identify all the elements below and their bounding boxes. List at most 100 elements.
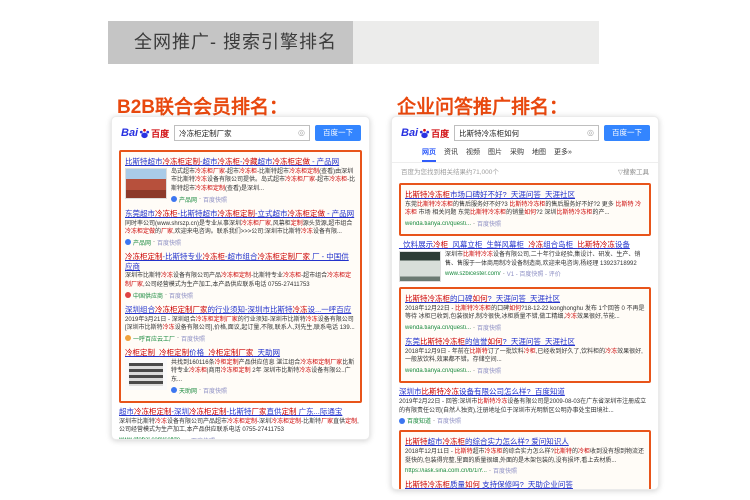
- result-main: 东莞比斯特冷冻柜的售后服务好不好?3 比斯特冷冻柜的售后服务好不好?2 更多 比…: [405, 201, 645, 228]
- result-source-line: 百度知道 - 百度快照: [399, 416, 651, 425]
- result-title-link[interactable]: 冷冻柜定制-比斯特专业冷冻柜-超市组合冷冻柜定制厂家 厂 - 中国供应商: [125, 252, 356, 272]
- result-source: wenda.tianya.cn/questi...: [405, 221, 471, 227]
- camera-icon[interactable]: ◎: [298, 129, 305, 137]
- result-title-link[interactable]: 比斯特超市冷冻柜的综合实力怎么样? 爱问知识人: [405, 437, 645, 447]
- serp-tab-3[interactable]: 图片: [488, 147, 502, 162]
- serp-tab-5[interactable]: 地图: [532, 147, 546, 162]
- serp-tab-4[interactable]: 采购: [510, 147, 524, 162]
- source-separator: -: [199, 196, 201, 202]
- baidu-cache-link[interactable]: 百度快照: [437, 416, 461, 425]
- result-description: 共找到160116条冷柜定制产品供应信息 湛江组合冷冻柜定制厂家比斯特专业冷冻柜…: [171, 359, 356, 385]
- source-separator: -: [165, 292, 167, 298]
- header-accent-bar: [353, 21, 599, 64]
- result-source-line: 产品网 - 百度快照: [171, 195, 356, 204]
- search-result: 东莞超市冷冻柜-比斯特超市冷冻柜定制-立式超市冷冻柜定做 - 产品网 同时率公司…: [125, 209, 356, 247]
- search-result: 东莞比斯特冷冻柜的信誉如何?_天涯问答_天涯社区 2018年12月9日 - 年前…: [405, 337, 645, 375]
- result-body: 2019年3月21日 - 深圳组合冷冻柜定制厂家的行业须知-深圳市比斯特冷冻设备…: [125, 316, 356, 343]
- search-input[interactable]: 比斯特冷冻柜如何 ◎: [454, 125, 599, 141]
- baidu-cache-link[interactable]: 百度快照: [493, 466, 517, 475]
- search-result: 比斯特超市冷冻柜定制-超市冷冻柜-冷藏超市冷冻柜定做 - 产品网 岛式超市冷冻柜…: [125, 157, 356, 204]
- baidu-cache-link[interactable]: 百度快照: [181, 334, 205, 343]
- baidu-cache-link[interactable]: 百度快照: [203, 195, 227, 204]
- result-thumbnail[interactable]: [399, 251, 441, 282]
- result-title-link[interactable]: 深圳市比斯特冷冻设备有限公司怎么样?_百度知道: [399, 387, 651, 397]
- result-source-line: www.gtobal.com/sellde... - 百度快照: [119, 436, 362, 440]
- result-title-link[interactable]: 东莞比斯特冷冻柜的信誉如何?_天涯问答_天涯社区: [405, 337, 645, 347]
- page-title: 全网推广- 搜索引擎排名: [108, 21, 353, 64]
- result-thumbnail[interactable]: [125, 168, 167, 199]
- result-title-link[interactable]: 深圳组合冷冻柜定制厂家的行业须知-深圳市比斯特冷冻设...一呼百应: [125, 305, 356, 315]
- serp-tab-1[interactable]: 资讯: [444, 147, 458, 162]
- search-result: 深圳组合冷冻柜定制厂家的行业须知-深圳市比斯特冷冻设...一呼百应 2019年3…: [125, 305, 356, 343]
- result-title-link[interactable]: 比斯特冷冻柜市场口碑好不好?_天涯问答_天涯社区: [405, 190, 645, 200]
- search-input[interactable]: 冷冻柜定制厂家 ◎: [174, 125, 310, 141]
- search-query: 冷冻柜定制厂家: [179, 128, 232, 139]
- result-source-line: 天助网 - 百度快照: [171, 386, 356, 395]
- search-query: 比斯特冷冻柜如何: [459, 128, 519, 139]
- result-body: 同时率公司(www.shrszp.cn)是专业从事深圳冷冻柜厂家,风幕柜定制源头…: [125, 220, 356, 247]
- result-body: 深圳市比斯特冷冻设备有限公司产品超市冷冻柜定制-深圳冷冻柜定制-比斯特厂家直供定…: [119, 418, 362, 441]
- serp-tab-0[interactable]: 网页: [422, 147, 436, 162]
- baidu-cache-link[interactable]: 百度快照: [169, 291, 193, 300]
- baidu-search-bar: Bai 百度 冷冻柜定制厂家 ◎ 百度一下: [112, 117, 369, 145]
- result-body: 岛式超市冷冻柜厂家-超市冷冻柜-比斯特超市冷冻柜定制(查看)由深圳市比斯特冷冻设…: [125, 168, 356, 204]
- result-source: 中国供应商: [133, 291, 163, 300]
- result-title-link[interactable]: 比斯特冷冻柜的口碑如何?_天涯问答_天涯社区: [405, 294, 645, 304]
- baidu-cache-link[interactable]: 百度快照: [477, 219, 501, 228]
- source-separator: -: [489, 468, 491, 474]
- result-main: 2019年2月22日 - 回答:深圳市比斯特冷冻设备有限公司是2009-08-0…: [399, 398, 651, 425]
- baidu-cache-link[interactable]: 百度快照: [157, 238, 181, 247]
- search-tools[interactable]: ▽搜索工具: [618, 166, 649, 176]
- baidu-cache-link[interactable]: 百度快照: [191, 436, 215, 440]
- result-description: 同时率公司(www.shrszp.cn)是专业从事深圳冷冻柜厂家,风幕柜定制源头…: [125, 220, 356, 237]
- slide: 全网推广- 搜索引擎排名 B2B联合会员排名： 企业问答推广排名： Bai 百度…: [0, 0, 750, 500]
- search-tools-label: 搜索工具: [623, 169, 649, 176]
- result-title-link[interactable]: 东莞超市冷冻柜-比斯特超市冷冻柜定制-立式超市冷冻柜定做 - 产品网: [125, 209, 356, 219]
- search-result: 比斯特冷冻柜市场口碑好不好?_天涯问答_天涯社区 东莞比斯特冷冻柜的售后服务好不…: [405, 190, 645, 228]
- source-separator: -: [473, 325, 475, 331]
- baidu-search-bar: Bai 百度 比斯特冷冻柜如何 ◎ 百度一下: [392, 117, 658, 145]
- serp-tab-2[interactable]: 视频: [466, 147, 480, 162]
- baidu-search-button[interactable]: 百度一下: [315, 125, 361, 141]
- baidu-paw-icon: [139, 128, 150, 139]
- result-body: 东莞比斯特冷冻柜的售后服务好不好?3 比斯特冷冻柜的售后服务好不好?2 更多 比…: [405, 201, 645, 228]
- baidu-cache-link[interactable]: 百度快照: [477, 323, 501, 332]
- baidu-search-button[interactable]: 百度一下: [604, 125, 650, 141]
- result-main: 2019年3月21日 - 深圳组合冷冻柜定制厂家的行业须知-深圳市比斯特冷冻设备…: [125, 316, 356, 343]
- slide-header: 全网推广- 搜索引擎排名: [108, 21, 599, 64]
- baidu-cache-link[interactable]: 百度快照: [203, 386, 227, 395]
- site-icon: [125, 335, 131, 341]
- result-source: www.gtobal.com/sellde...: [119, 437, 185, 440]
- result-title-link[interactable]: 超市冷冻柜定制-深圳冷冻柜定制-比斯特厂家直供定制 广东...际通宝: [119, 407, 362, 417]
- result-title-link[interactable]: _饮料展示冷柜_风幕立柜_生鲜风幕柜_冷冻组合岛柜_比斯特冷冻设备: [399, 240, 651, 250]
- source-separator: -: [199, 387, 201, 393]
- result-main: 深圳市比斯特冷冻设备有限公司产品冷冻柜定制-比斯特专业冷冻柜-超市组合冷冻柜定制…: [125, 272, 356, 299]
- result-description: 深圳市比斯特冷冻设备有限公司产品冷冻柜定制-比斯特专业冷冻柜-超市组合冷冻柜定制…: [125, 272, 356, 289]
- result-description: 东莞比斯特冷冻柜的售后服务好不好?3 比斯特冷冻柜的售后服务好不好?2 更多 比…: [405, 201, 645, 218]
- result-main: 深圳市比斯特冷冻设备有限公司,二十年行业经验,集设计、研发、生产、销售、售服于一…: [445, 251, 651, 282]
- source-separator: -: [153, 239, 155, 245]
- result-body: 2018年12月9日 - 年前在比斯特订了一批饮料冷柜,已经收到好久了,饮料柜的…: [405, 348, 645, 375]
- search-result: _饮料展示冷柜_风幕立柜_生鲜风幕柜_冷冻组合岛柜_比斯特冷冻设备 深圳市比斯特…: [399, 240, 651, 282]
- result-source: 一呼百应云工厂: [133, 334, 175, 343]
- result-title-link[interactable]: 冷柜定制_冷柜定制价格_冷柜定制厂家_天助网: [125, 348, 356, 358]
- baidu-cache-link[interactable]: 百度快照: [477, 366, 501, 375]
- result-source-line: 中国供应商 - 百度快照: [125, 291, 356, 300]
- highlight-box: 比斯特超市冷冻柜的综合实力怎么样? 爱问知识人 2018年12月11日 - 比斯…: [399, 430, 651, 490]
- result-title-link[interactable]: 比斯特冷冻柜质量如何 支持保修吗?_天助企业问答: [405, 480, 645, 490]
- result-description: 2019年3月21日 - 深圳组合冷冻柜定制厂家的行业须知-深圳市比斯特冷冻设备…: [125, 316, 356, 333]
- serp-tab-6[interactable]: 更多»: [554, 147, 572, 162]
- left-section-title: B2B联合会员排名：: [117, 92, 288, 119]
- result-source: 天助网: [179, 386, 197, 395]
- search-result: 比斯特冷冻柜质量如何 支持保修吗?_天助企业问答 2018年12月23日 - 比…: [405, 480, 645, 490]
- result-source-line: wenda.tianya.cn/questi... - 百度快照: [405, 219, 645, 228]
- right-section-title: 企业问答推广排名：: [397, 92, 568, 119]
- baidu-logo: Bai 百度: [121, 127, 169, 140]
- site-icon: [125, 239, 131, 245]
- baidu-cache-link[interactable]: V1 - 百度快照 - 评价: [507, 269, 561, 278]
- left-results-list: 比斯特超市冷冻柜定制-超市冷冻柜-冷藏超市冷冻柜定做 - 产品网 岛式超市冷冻柜…: [112, 145, 369, 440]
- camera-icon[interactable]: ◎: [587, 129, 594, 137]
- result-thumbnail[interactable]: [125, 359, 167, 390]
- result-title-link[interactable]: 比斯特超市冷冻柜定制-超市冷冻柜-冷藏超市冷冻柜定做 - 产品网: [125, 157, 356, 167]
- result-description: 深圳市比斯特冷冻设备有限公司产品超市冷冻柜定制-深圳冷冻柜定制-比斯特厂家直供定…: [119, 418, 362, 435]
